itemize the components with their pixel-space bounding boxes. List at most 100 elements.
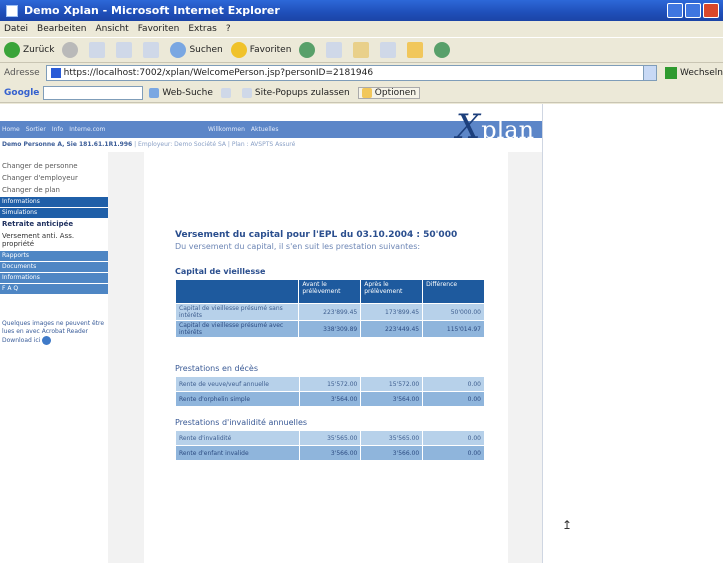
sidebar-item-early-retirement[interactable]: Retraite anticipée (0, 218, 108, 230)
search-label: Suchen (189, 45, 223, 55)
stop-button[interactable] (89, 42, 108, 58)
back-button[interactable]: Zurück (4, 42, 54, 58)
browser-content: Home Sortier Info Interne.com Willkommen… (0, 104, 723, 563)
address-dropdown-button[interactable] (643, 65, 657, 81)
cell-after: 35'565.00 (360, 430, 424, 446)
cell-difference: 115'014.97 (422, 320, 485, 338)
secondary-nav: Willkommen Aktuelles (208, 126, 279, 133)
maximize-button[interactable] (685, 3, 701, 18)
gutter-left (108, 152, 144, 563)
deces-section-title: Prestations en décès (175, 364, 258, 373)
page-edge (542, 104, 543, 563)
back-arrow-icon (4, 42, 20, 58)
refresh-button[interactable] (116, 42, 135, 58)
mail-button[interactable] (353, 42, 372, 58)
folder-button[interactable] (407, 42, 426, 58)
menu-datei[interactable]: Datei (4, 24, 28, 34)
xplan-logo: Xplan (456, 110, 534, 144)
row-label: Rente d'enfant invalide (175, 445, 300, 461)
messenger-button[interactable] (434, 42, 453, 58)
table-row: Rente de veuve/veuf annuelle 15'572.00 1… (175, 376, 485, 392)
search-icon (170, 42, 187, 58)
ie-icon (6, 4, 18, 17)
history-button[interactable] (326, 42, 345, 58)
star-icon (230, 42, 247, 58)
sidebar-head-documents[interactable]: Documents (0, 262, 108, 272)
minimize-button[interactable] (667, 3, 683, 18)
column-header: Différence (422, 279, 485, 304)
go-label: Wechseln (680, 68, 723, 78)
binoculars-icon (149, 87, 160, 98)
search-button[interactable]: Suchen (170, 42, 223, 58)
sidebar: Changer de personne Changer d'employeur … (0, 160, 108, 563)
cell-difference: 0.00 (422, 445, 485, 461)
sidebar-head-informations[interactable]: Informations (0, 273, 108, 283)
menu-help[interactable]: ? (226, 24, 231, 34)
mouse-cursor-icon: ↥ (562, 518, 573, 532)
download-icon[interactable] (42, 336, 52, 345)
sidebar-head-simulations[interactable]: Simulations (0, 208, 108, 218)
row-label: Rente d'orphelin simple (175, 391, 300, 407)
cell-difference: 0.00 (422, 376, 485, 392)
pagerank-button[interactable] (220, 87, 234, 98)
menu-ansicht[interactable]: Ansicht (95, 24, 128, 34)
media-icon (299, 42, 316, 58)
acrobat-note: Quelques images ne peuvent être lues en … (2, 320, 105, 335)
web-search-button[interactable]: Web-Suche (149, 87, 213, 98)
column-header (174, 279, 300, 304)
row-label: Capital de vieillesse présumé sans intér… (174, 303, 300, 321)
sidebar-change-person[interactable]: Changer de personne (0, 160, 108, 172)
options-button[interactable]: Optionen (357, 86, 421, 99)
options-label: Optionen (374, 87, 417, 98)
sidebar-change-plan[interactable]: Changer de plan (0, 184, 108, 196)
table-row: Rente d'enfant invalide 3'566.00 3'566.0… (175, 445, 485, 461)
nav-link[interactable]: Sortier (26, 126, 46, 133)
menu-bearbeiten[interactable]: Bearbeiten (37, 24, 86, 34)
nav-link[interactable]: Home (2, 126, 20, 133)
page-subtitle: Du versement du capital, il s'en suit le… (175, 242, 421, 251)
nav-link[interactable]: Aktuelles (251, 126, 279, 133)
menu-favoriten[interactable]: Favoriten (138, 24, 180, 34)
favorites-button[interactable]: Favoriten (230, 42, 291, 58)
app-header: Home Sortier Info Interne.com Willkommen… (0, 104, 542, 152)
options-icon (361, 87, 372, 98)
sidebar-item-home-ownership[interactable]: Versement anti. Ass. propriété (0, 230, 108, 250)
cell-difference: 0.00 (422, 430, 485, 446)
deces-table: Rente de veuve/veuf annuelle 15'572.00 1… (175, 376, 485, 407)
sidebar-head-faq[interactable]: F A Q (0, 284, 108, 294)
history-icon (326, 42, 343, 58)
capital-table: Avant le prélèvement Après le prélèvemen… (174, 279, 485, 338)
table-row: Capital de vieillesse présumé avec intér… (174, 320, 485, 338)
print-button[interactable] (380, 42, 399, 58)
column-header: Avant le prélèvement (298, 279, 362, 304)
address-input[interactable]: https://localhost:7002/xplan/WelcomePers… (45, 65, 645, 81)
table-row: Rente d'orphelin simple 3'564.00 3'564.0… (175, 391, 485, 407)
nav-link[interactable]: Willkommen (208, 126, 245, 133)
go-button[interactable]: Wechseln (665, 67, 723, 79)
home-button[interactable] (143, 42, 162, 58)
nav-link[interactable]: Interne.com (69, 126, 105, 133)
cell-difference: 0.00 (422, 391, 485, 407)
close-button[interactable] (703, 3, 719, 18)
sidebar-head-info[interactable]: Informations (0, 197, 108, 207)
cell-before: 223'899.45 (298, 303, 362, 321)
messenger-icon (434, 42, 451, 58)
cell-difference: 50'000.00 (422, 303, 485, 321)
menu-extras[interactable]: Extras (188, 24, 216, 34)
popup-blocker-button[interactable]: Site-Popups zulassen (241, 87, 350, 98)
sidebar-head-reports[interactable]: Rapports (0, 251, 108, 261)
google-search-input[interactable] (43, 85, 144, 100)
person-context: Demo Personne A, Sie 181.61.1R1.996 | Em… (2, 141, 295, 148)
invalidity-section-title: Prestations d'invalidité annuelles (175, 418, 308, 427)
google-toolbar: Google Web-Suche Site-Popups zulassen Op… (0, 83, 723, 103)
nav-link[interactable]: Info (52, 126, 63, 133)
table-row: Rente d'invalidité 35'565.00 35'565.00 0… (175, 430, 485, 446)
gutter-right (508, 152, 542, 563)
forward-button[interactable] (62, 42, 81, 58)
cell-after: 15'572.00 (360, 376, 424, 392)
sidebar-change-employer[interactable]: Changer d'employeur (0, 172, 108, 184)
download-link[interactable]: Download ici (2, 337, 40, 344)
google-logo[interactable]: Google (4, 88, 39, 98)
popup-label: Site-Popups zulassen (254, 87, 350, 98)
media-button[interactable] (299, 42, 318, 58)
